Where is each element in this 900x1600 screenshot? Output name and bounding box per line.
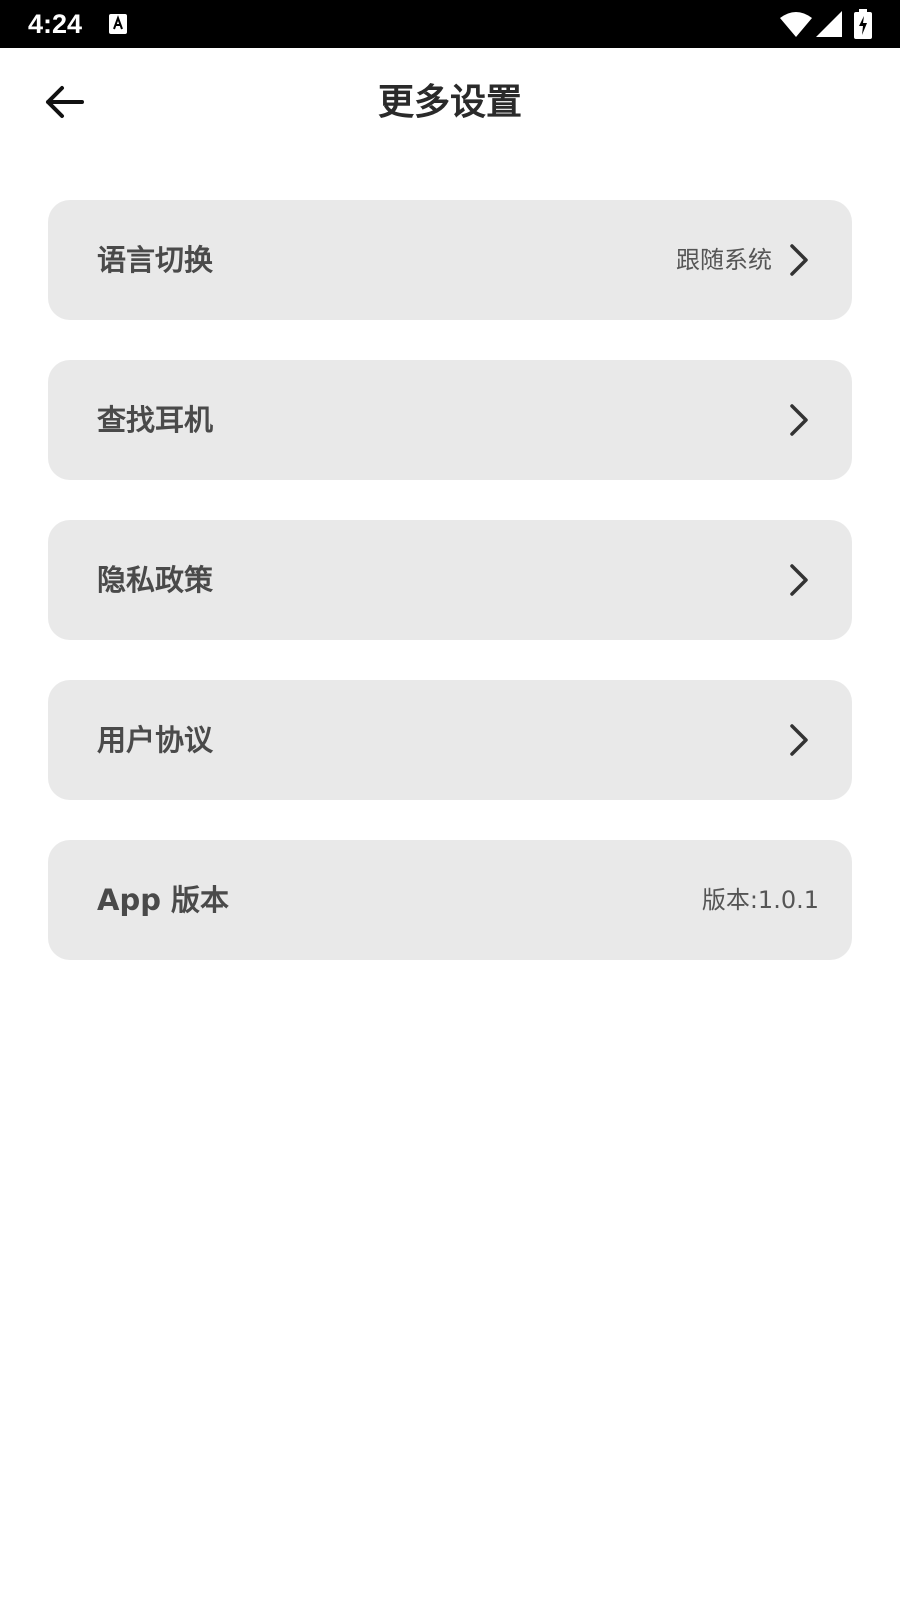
back-button[interactable] xyxy=(36,78,92,126)
chevron-right-icon xyxy=(790,404,808,436)
status-time: 4:24 xyxy=(28,9,83,39)
settings-row-app-version: App 版本 版本:1.0.1 xyxy=(48,840,852,960)
wifi-icon xyxy=(780,12,812,37)
notification-a-icon xyxy=(109,14,127,34)
row-label: 查找耳机 xyxy=(97,403,214,437)
settings-row-language[interactable]: 语言切换 跟随系统 xyxy=(48,200,852,320)
app-version-value: 版本:1.0.1 xyxy=(701,886,819,914)
chevron-right-icon xyxy=(790,724,808,756)
signal-icon xyxy=(816,11,842,37)
chevron-right-icon xyxy=(790,244,808,276)
battery-charging-icon xyxy=(854,9,872,39)
settings-list: 语言切换 跟随系统 查找耳机 隐私政策 用户协议 App 版本 版本:1.0.1 xyxy=(48,200,852,1000)
row-label: 语言切换 xyxy=(97,243,214,277)
row-label: 隐私政策 xyxy=(97,563,214,597)
settings-row-find-earphones[interactable]: 查找耳机 xyxy=(48,360,852,480)
row-value: 跟随系统 xyxy=(676,246,772,274)
status-bar: 4:24 xyxy=(0,0,900,48)
chevron-right-icon xyxy=(790,564,808,596)
row-label: 用户协议 xyxy=(97,723,214,757)
settings-row-privacy-policy[interactable]: 隐私政策 xyxy=(48,520,852,640)
arrow-left-icon xyxy=(46,86,84,118)
page-title: 更多设置 xyxy=(377,82,522,123)
top-bar: 更多设置 xyxy=(0,48,900,158)
settings-row-user-agreement[interactable]: 用户协议 xyxy=(48,680,852,800)
row-label: App 版本 xyxy=(97,883,230,917)
